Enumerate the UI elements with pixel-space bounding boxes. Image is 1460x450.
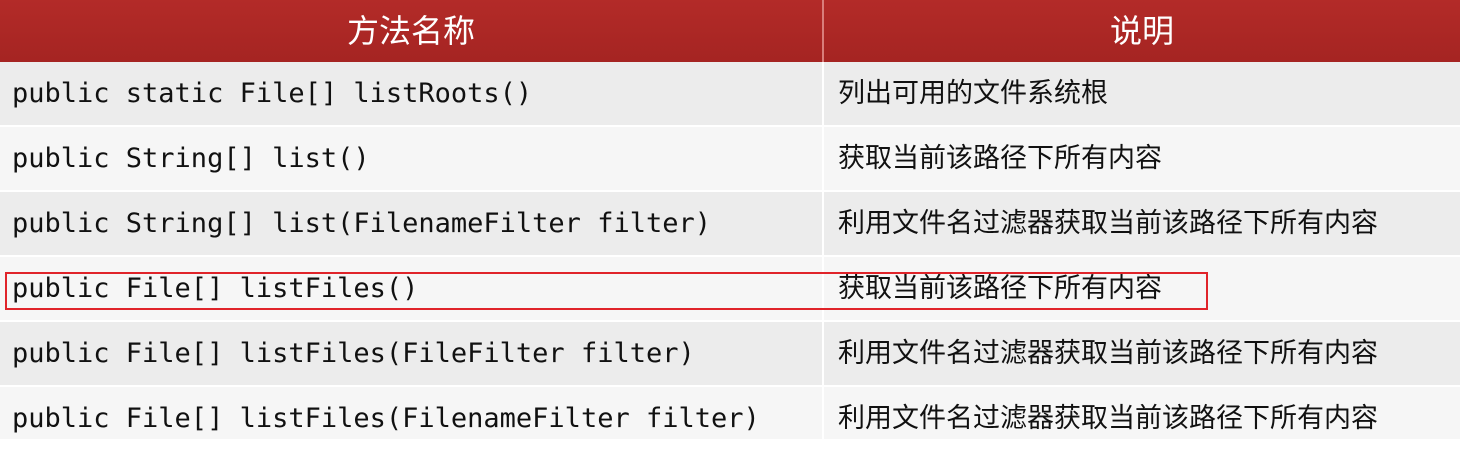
description-cell: 列出可用的文件系统根	[838, 78, 1108, 109]
header-description: 说明	[1109, 12, 1174, 50]
column-divider	[822, 62, 824, 439]
method-cell: public File[] listFiles(FilenameFilter f…	[12, 403, 760, 434]
method-cell: public static File[] listRoots()	[12, 78, 533, 109]
table-row: public static File[] listRoots() 列出可用的文件…	[0, 62, 1460, 125]
description-cell: 利用文件名过滤器获取当前该路径下所有内容	[838, 338, 1378, 369]
header-method-name: 方法名称	[346, 12, 475, 50]
method-cell: public String[] list()	[12, 143, 370, 174]
method-cell: public String[] list(FilenameFilter filt…	[12, 208, 711, 239]
description-cell: 利用文件名过滤器获取当前该路径下所有内容	[838, 403, 1378, 434]
table-header: 方法名称 说明	[0, 0, 1460, 62]
method-table: 方法名称 说明 public static File[] listRoots()…	[0, 0, 1460, 439]
table-row: public File[] listFiles(FileFilter filte…	[0, 322, 1460, 385]
table-row: public String[] list() 获取当前该路径下所有内容	[0, 127, 1460, 190]
description-cell: 获取当前该路径下所有内容	[838, 143, 1162, 174]
description-cell: 利用文件名过滤器获取当前该路径下所有内容	[838, 208, 1378, 239]
highlight-box	[5, 272, 1208, 310]
table-row: public String[] list(FilenameFilter filt…	[0, 192, 1460, 255]
method-cell: public File[] listFiles(FileFilter filte…	[12, 338, 695, 369]
table-row: public File[] listFiles(FilenameFilter f…	[0, 387, 1460, 439]
